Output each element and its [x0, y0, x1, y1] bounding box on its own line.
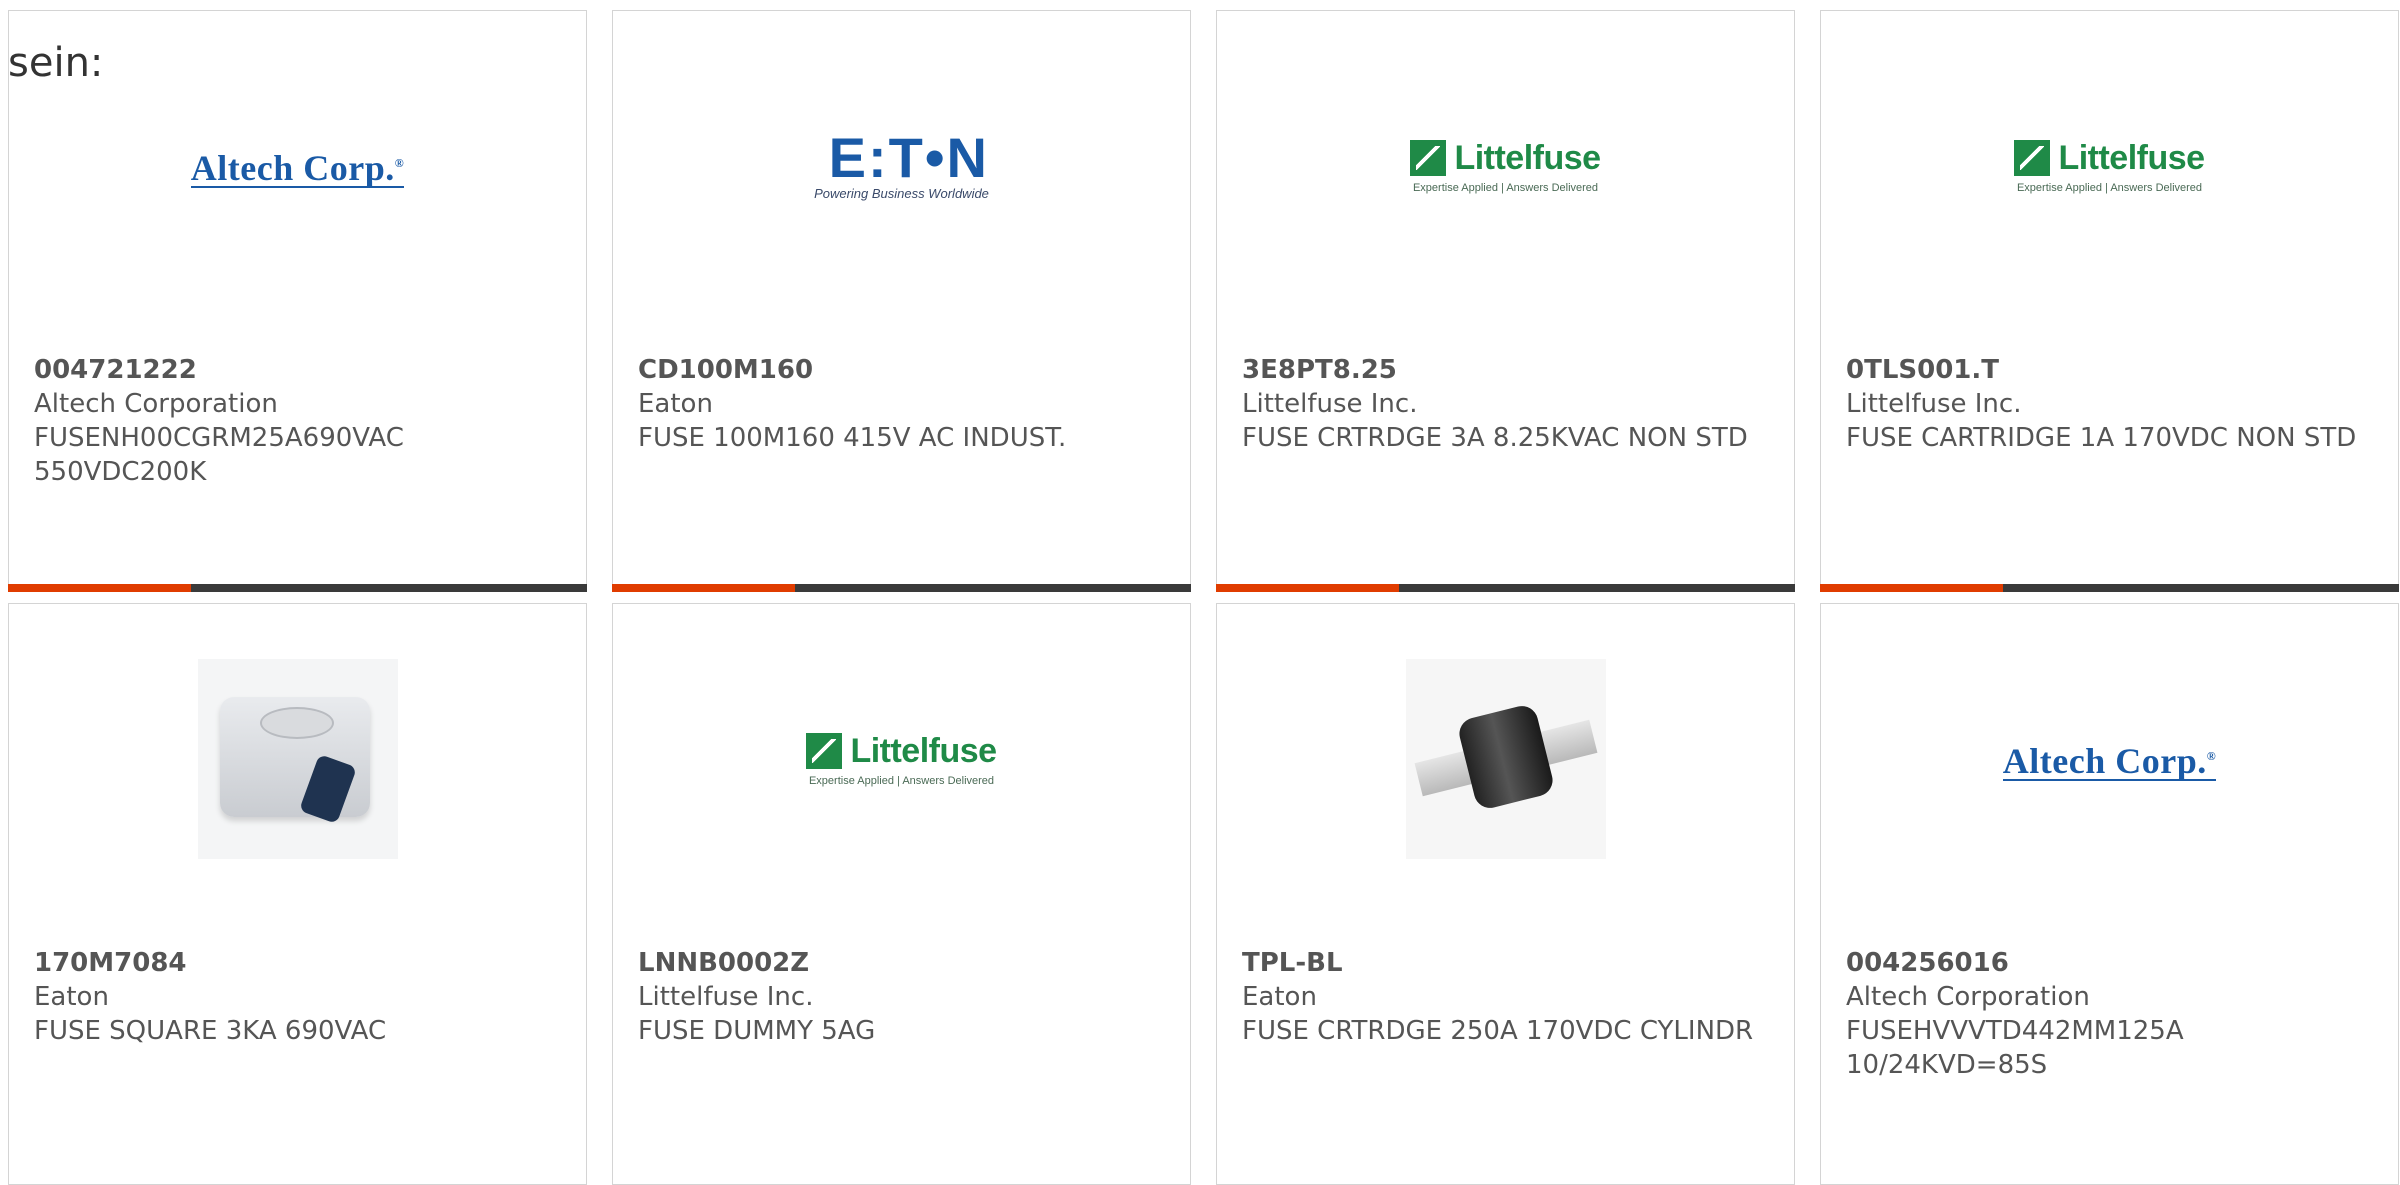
manufacturer-logo: Littelfuse Expertise Applied | Answers D… [613, 699, 1190, 819]
card-footer-bar [612, 584, 1191, 592]
part-number-link[interactable]: 004256016 [1846, 946, 2378, 980]
card-footer-bar [1216, 584, 1795, 592]
manufacturer-logo: Altech Corp.® [1821, 699, 2398, 819]
card-footer-bar [1820, 584, 2399, 592]
product-description: FUSE CRTRDGE 250A 170VDC CYLINDR [1242, 1016, 1754, 1046]
intro-text: sein: [8, 40, 104, 86]
product-description: FUSE SQUARE 3KA 690VAC [34, 1016, 387, 1046]
eaton-logo-icon: E:T•N Powering Business Worldwide [814, 125, 989, 201]
manufacturer-name: Eaton [1242, 982, 1317, 1012]
product-card[interactable]: E:T•N Powering Business Worldwide CD100M… [612, 10, 1191, 592]
product-card[interactable]: 170M7084 Eaton FUSE SQUARE 3KA 690VAC [8, 603, 587, 1185]
littelfuse-logo-icon: Littelfuse Expertise Applied | Answers D… [2014, 139, 2205, 194]
product-card[interactable]: Littelfuse Expertise Applied | Answers D… [1820, 10, 2399, 592]
product-description: FUSE CRTRDGE 3A 8.25KVAC NON STD [1242, 423, 1748, 453]
part-number-link[interactable]: 3E8PT8.25 [1242, 353, 1774, 387]
product-description: FUSENH00CGRM25A690VAC 550VDC200K [34, 423, 404, 487]
manufacturer-name: Littelfuse Inc. [1242, 389, 1418, 419]
product-card[interactable]: Altech Corp.® 004721222 Altech Corporati… [8, 10, 587, 592]
part-number-link[interactable]: LNNB0002Z [638, 946, 1170, 980]
littelfuse-logo-icon: Littelfuse Expertise Applied | Answers D… [1410, 139, 1601, 194]
manufacturer-logo: Littelfuse Expertise Applied | Answers D… [1821, 106, 2398, 226]
part-number-link[interactable]: 0TLS001.T [1846, 353, 2378, 387]
product-card[interactable]: Littelfuse Expertise Applied | Answers D… [612, 603, 1191, 1185]
product-description: FUSE 100M160 415V AC INDUST. [638, 423, 1067, 453]
manufacturer-name: Altech Corporation [1846, 982, 2090, 1012]
manufacturer-name: Eaton [638, 389, 713, 419]
manufacturer-logo: E:T•N Powering Business Worldwide [613, 106, 1190, 226]
manufacturer-name: Altech Corporation [34, 389, 278, 419]
part-number-link[interactable]: 170M7084 [34, 946, 566, 980]
product-card[interactable]: Altech Corp.® 004256016 Altech Corporati… [1820, 603, 2399, 1185]
manufacturer-logo: Littelfuse Expertise Applied | Answers D… [1217, 106, 1794, 226]
product-description: FUSEHVVVTD442MM125A 10/24KVD=85S [1846, 1016, 2184, 1080]
altech-logo-icon: Altech Corp.® [190, 145, 405, 188]
product-image [1217, 659, 1794, 859]
part-number-link[interactable]: TPL-BL [1242, 946, 1774, 980]
product-description: FUSE CARTRIDGE 1A 170VDC NON STD [1846, 423, 2357, 453]
manufacturer-logo: Altech Corp.® [9, 106, 586, 226]
product-card[interactable]: Littelfuse Expertise Applied | Answers D… [1216, 10, 1795, 592]
part-number-link[interactable]: 004721222 [34, 353, 566, 387]
cylinder-fuse-icon [1405, 659, 1606, 859]
square-fuse-icon [197, 659, 398, 859]
part-number-link[interactable]: CD100M160 [638, 353, 1170, 387]
card-footer-bar [8, 584, 587, 592]
manufacturer-name: Littelfuse Inc. [638, 982, 814, 1012]
manufacturer-name: Littelfuse Inc. [1846, 389, 2022, 419]
altech-logo-icon: Altech Corp.® [2002, 738, 2217, 781]
littelfuse-logo-icon: Littelfuse Expertise Applied | Answers D… [806, 732, 997, 787]
product-card[interactable]: TPL-BL Eaton FUSE CRTRDGE 250A 170VDC CY… [1216, 603, 1795, 1185]
product-grid: Altech Corp.® 004721222 Altech Corporati… [8, 10, 2399, 1185]
product-image [9, 659, 586, 859]
manufacturer-name: Eaton [34, 982, 109, 1012]
product-description: FUSE DUMMY 5AG [638, 1016, 876, 1046]
